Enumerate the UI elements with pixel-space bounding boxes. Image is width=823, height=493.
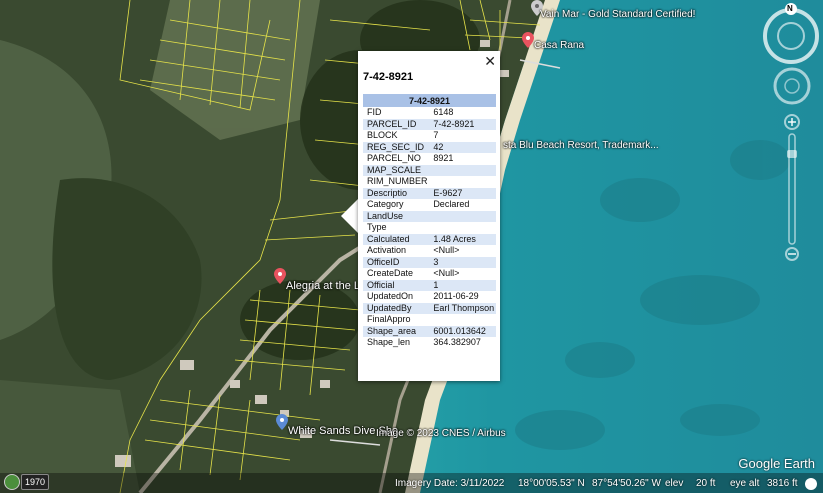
attribute-row: FinalAppro: [363, 314, 496, 326]
attribute-value: <Null>: [433, 245, 460, 255]
map-pin-icon[interactable]: [276, 414, 288, 430]
imagery-date: Imagery Date: 3/11/2022: [395, 478, 505, 489]
map-pin-icon[interactable]: [522, 32, 534, 48]
elevation-value: 20 ft: [696, 478, 716, 489]
attribute-value: 3: [429, 256, 496, 268]
longitude-readout: 87°54'50.26" W: [592, 478, 661, 489]
place-label-alegria[interactable]: Alegria at the La: [286, 280, 366, 292]
attribute-key: Shape_area: [363, 325, 430, 337]
attribute-row: UpdatedOn 2011-06-29: [363, 291, 496, 303]
attribute-row: Shape_len 364.382907: [363, 337, 496, 349]
attribute-key: Activation: [367, 245, 407, 255]
attribute-key: Shape_len: [367, 337, 411, 347]
historical-imagery-icon[interactable]: [4, 474, 20, 490]
eye-altitude-label: eye alt: [730, 478, 760, 489]
attribute-value: [429, 222, 496, 234]
attribute-key: OfficeID: [363, 256, 430, 268]
imagery-credit: Image © 2023 CNES / Airbus: [376, 428, 506, 439]
attribute-value: Declared: [433, 199, 470, 209]
attribute-table-header: 7-42-8921: [363, 94, 496, 107]
attribute-table: 7-42-8921 FID 6148 PARCEL_ID 7-42-8921 BLOCK…: [363, 94, 496, 349]
attribute-row: Shape_area 6001.013642: [363, 325, 496, 337]
attribute-key: Category: [367, 199, 404, 209]
attribute-row: CreateDate <Null>: [363, 268, 496, 280]
feature-info-popup: 7-42-8921 ✕ 7-42-8921 FID 6148 PARCEL_ID 7-…: [358, 51, 500, 381]
loading-indicator-icon: [805, 478, 817, 490]
attribute-value: 1.48 Acres: [429, 233, 496, 245]
attribute-value: 6148: [433, 107, 454, 117]
place-label-beach-resort[interactable]: sta Blu Beach Resort, Trademark...: [503, 140, 659, 151]
attribute-value: <Null>: [433, 268, 460, 278]
place-label-gold-standard[interactable]: Vain Mar - Gold Standard Certified!: [540, 9, 695, 20]
attribute-value: 8921: [433, 153, 454, 163]
attribute-value: 364.382907: [433, 337, 481, 347]
attribute-row: Official 1: [363, 279, 496, 291]
attribute-value: [429, 210, 496, 222]
attribute-row: Type: [363, 222, 496, 234]
year-button[interactable]: 1970: [21, 474, 49, 490]
attribute-key: Type: [367, 222, 387, 232]
google-earth-logo: Google Earth: [738, 456, 815, 471]
attribute-key: BLOCK: [367, 130, 398, 140]
attribute-row: BLOCK 7: [363, 130, 496, 142]
attribute-row: Category Declared: [363, 199, 496, 211]
attribute-row: Descriptio E-9627: [363, 187, 496, 199]
attribute-value: [429, 314, 496, 326]
attribute-value: [429, 176, 496, 188]
popup-title: 7-42-8921: [363, 71, 414, 83]
attribute-value: 42: [429, 141, 496, 153]
attribute-key: UpdatedBy: [363, 302, 430, 314]
attribute-row: REG_SEC_ID 42: [363, 141, 496, 153]
attribute-value: 2011-06-29: [433, 291, 479, 301]
attribute-value: 6001.013642: [429, 325, 496, 337]
popup-pointer: [341, 198, 359, 234]
attribute-row: LandUse: [363, 210, 496, 222]
attribute-value: E-9627: [429, 187, 496, 199]
attribute-row: FID 6148: [363, 107, 496, 119]
attribute-row: Activation <Null>: [363, 245, 496, 257]
attribute-key: RIM_NUMBER: [367, 176, 428, 186]
attribute-value: [429, 164, 496, 176]
attribute-key: MAP_SCALE: [363, 164, 430, 176]
compass-north-label: N: [787, 4, 793, 13]
attribute-row: PARCEL_NO 8921: [363, 153, 496, 165]
attribute-row: UpdatedBy Earl Thompson: [363, 302, 496, 314]
attribute-key: FinalAppro: [367, 314, 411, 324]
latitude-readout: 18°00'05.53" N: [518, 478, 585, 489]
attribute-key: CreateDate: [367, 268, 414, 278]
attribute-row: MAP_SCALE: [363, 164, 496, 176]
attribute-row: OfficeID 3: [363, 256, 496, 268]
place-label-casa-rana[interactable]: Casa Rana: [534, 40, 584, 51]
status-bar: 1970 Imagery Date: 3/11/2022 18°00'05.53…: [0, 473, 823, 493]
attribute-value: Earl Thompson: [429, 302, 496, 314]
attribute-key: FID: [367, 107, 382, 117]
attribute-key: Official: [363, 279, 430, 291]
attribute-key: REG_SEC_ID: [363, 141, 430, 153]
close-icon[interactable]: ✕: [484, 53, 496, 70]
attribute-value: 7: [433, 130, 439, 140]
attribute-key: PARCEL_ID: [363, 118, 430, 130]
attribute-key: Descriptio: [363, 187, 430, 199]
attribute-key: PARCEL_NO: [367, 153, 421, 163]
look-joystick[interactable]: [772, 66, 812, 106]
attribute-key: Calculated: [363, 233, 430, 245]
attribute-row: PARCEL_ID 7-42-8921: [363, 118, 496, 130]
map-pin-icon[interactable]: [274, 268, 286, 284]
attribute-value: 7-42-8921: [429, 118, 496, 130]
elevation-label: elev: [665, 478, 684, 489]
attribute-key: UpdatedOn: [367, 291, 414, 301]
attribute-key: LandUse: [363, 210, 430, 222]
eye-altitude-value: 3816 ft: [767, 478, 798, 489]
attribute-row: Calculated 1.48 Acres: [363, 233, 496, 245]
attribute-row: RIM_NUMBER: [363, 176, 496, 188]
zoom-slider[interactable]: [782, 112, 802, 262]
attribute-value: 1: [429, 279, 496, 291]
